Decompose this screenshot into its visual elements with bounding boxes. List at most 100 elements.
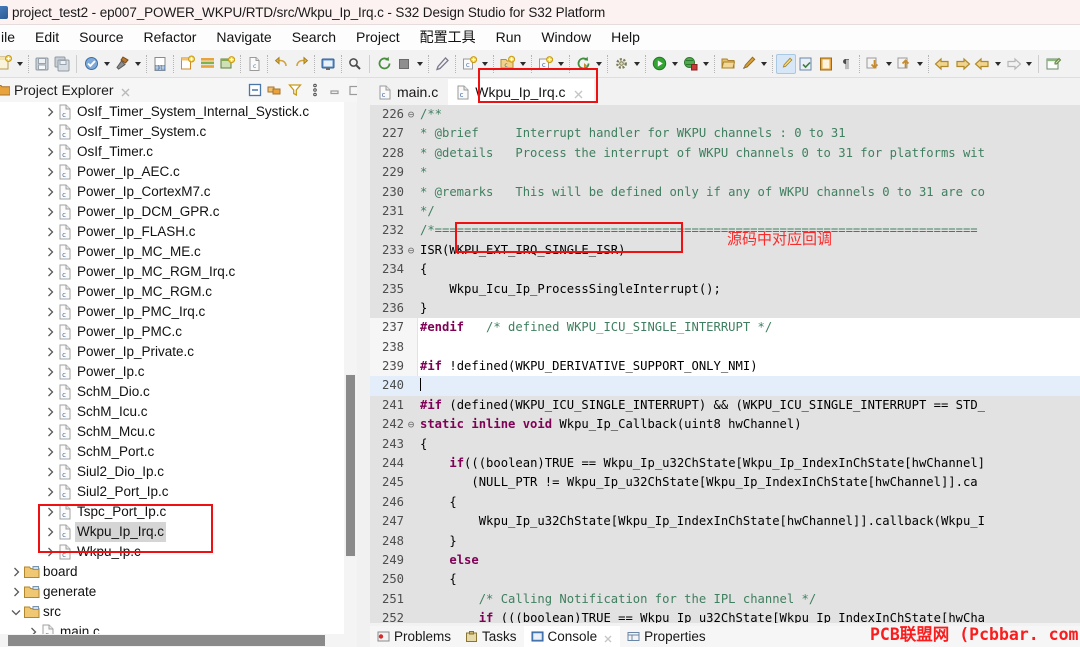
chevron-down-icon[interactable] (914, 54, 925, 74)
tree-item[interactable]: c OsIf_Timer_System_Internal_Systick.c (0, 102, 357, 122)
fold-toggle-icon[interactable]: ⊖ (406, 105, 416, 124)
tree-item[interactable]: c Power_Ip_PMC.c (0, 322, 357, 342)
chevron-right-icon[interactable] (42, 342, 58, 362)
chevron-right-icon[interactable] (8, 562, 24, 582)
code-line[interactable]: 244 if(((boolean)TRUE == Wkpu_Ip_u32ChSt… (370, 454, 1080, 474)
tree-item[interactable]: c SchM_Icu.c (0, 402, 357, 422)
right-arrow-icon[interactable] (1003, 54, 1023, 74)
prev-annotation-icon[interactable] (863, 54, 883, 74)
menu-item-search[interactable]: Search (282, 25, 346, 50)
chevron-down-icon[interactable] (758, 54, 769, 74)
tree-item[interactable]: c SchM_Mcu.c (0, 422, 357, 442)
chevron-down-icon[interactable] (700, 54, 711, 74)
chevron-down-icon[interactable] (669, 54, 680, 74)
new-editor-icon[interactable] (1043, 54, 1063, 74)
scrollbar-thumb[interactable] (345, 374, 356, 557)
code-line[interactable]: 228 * @details Process the interrupt of W… (370, 143, 1080, 164)
bottom-tab-tasks[interactable]: Tasks (458, 626, 524, 647)
chevron-right-icon[interactable] (42, 422, 58, 442)
chevron-right-icon[interactable] (42, 462, 58, 482)
stop-icon[interactable] (394, 54, 414, 74)
chevron-down-icon[interactable] (101, 54, 112, 74)
tree-item[interactable]: c Power_Ip.c (0, 362, 357, 382)
chevron-right-icon[interactable] (42, 222, 58, 242)
code-line[interactable]: 234 { (370, 260, 1080, 280)
chevron-down-icon[interactable] (517, 54, 528, 74)
tree-item[interactable]: generate (0, 582, 357, 602)
chevron-down-icon[interactable] (414, 54, 425, 74)
code-line[interactable]: 248 } (370, 531, 1080, 551)
tree-item[interactable]: c Wkpu_Ip_Irq.c (0, 522, 357, 542)
chevron-right-icon[interactable] (42, 522, 58, 542)
minimize-icon[interactable] (327, 83, 342, 98)
tree-item[interactable]: c SchM_Port.c (0, 442, 357, 462)
code-line[interactable]: 246 { (370, 492, 1080, 513)
tree-item[interactable]: c Power_Ip_PMC_Irq.c (0, 302, 357, 322)
paragraph-icon[interactable]: ¶ (836, 54, 856, 74)
code-line[interactable]: 238 (370, 338, 1080, 357)
save-all-icon[interactable] (52, 54, 72, 74)
build-hammer-icon[interactable] (112, 54, 132, 74)
code-line[interactable]: 232 /*===================================… (370, 221, 1080, 241)
chevron-right-icon[interactable] (42, 282, 58, 302)
search-pin-icon[interactable] (345, 54, 365, 74)
chevron-down-icon[interactable] (479, 54, 490, 74)
code-line[interactable]: 245 (NULL_PTR != Wkpu_Ip_u32ChState[Wkpu… (370, 473, 1080, 493)
chevron-down-icon[interactable] (1023, 54, 1034, 74)
bottom-tab-problems[interactable]: Problems (370, 626, 458, 647)
close-icon[interactable] (573, 87, 584, 98)
menu-item-source[interactable]: Source (69, 25, 133, 50)
tree-item[interactable]: c main.c (0, 622, 357, 634)
menu-item-refactor[interactable]: Refactor (134, 25, 207, 50)
panel-divider[interactable] (357, 78, 370, 647)
tree-item[interactable]: board (0, 562, 357, 582)
open-folder-icon[interactable] (718, 54, 738, 74)
layers-icon[interactable] (197, 54, 217, 74)
tree-item[interactable]: c Power_Ip_MC_ME.c (0, 242, 357, 262)
refresh-icon[interactable] (374, 54, 394, 74)
tree-item[interactable]: c Power_Ip_FLASH.c (0, 222, 357, 242)
tree-item[interactable]: src (0, 602, 357, 622)
gear-run-icon[interactable] (611, 54, 631, 74)
chevron-down-icon[interactable] (555, 54, 566, 74)
chevron-right-icon[interactable] (42, 442, 58, 462)
book-icon[interactable] (816, 54, 836, 74)
new-project-icon[interactable] (177, 54, 197, 74)
tree-item[interactable]: c Tspc_Port_Ip.c (0, 502, 357, 522)
bottom-tab-console[interactable]: Console (523, 626, 621, 647)
menu-item-edit[interactable]: Edit (25, 25, 69, 50)
undo-arrow-icon[interactable] (271, 54, 291, 74)
code-line[interactable]: 247 Wkpu_Ip_u32ChState[Wkpu_Ip_IndexInCh… (370, 512, 1080, 532)
c-folder-new-icon[interactable]: c (497, 54, 517, 74)
code-line[interactable]: 243 { (370, 434, 1080, 455)
tree-item[interactable]: c Power_Ip_AEC.c (0, 162, 357, 182)
code-line[interactable]: 240 (370, 376, 1080, 396)
tree-item[interactable]: c Power_Ip_MC_RGM.c (0, 282, 357, 302)
code-line[interactable]: 241 #if (defined(WKPU_ICU_SINGLE_INTERRUP… (370, 395, 1080, 416)
tree-item[interactable]: c OsIf_Timer.c (0, 142, 357, 162)
binary-010-icon[interactable]: 010 (150, 54, 170, 74)
chevron-right-icon[interactable] (42, 542, 58, 562)
tree-item[interactable]: c SchM_Dio.c (0, 382, 357, 402)
forward-arrow-icon[interactable] (952, 54, 972, 74)
code-content[interactable]: 226 ⊖/** 227 * @brief Interrupt handler for… (370, 105, 1080, 623)
menu-item-window[interactable]: Window (531, 25, 601, 50)
code-line[interactable]: 251 /* Calling Notification for the IPL … (370, 589, 1080, 610)
menu-item-navigate[interactable]: Navigate (206, 25, 281, 50)
chevron-right-icon[interactable] (42, 362, 58, 382)
next-annotation-icon[interactable] (894, 54, 914, 74)
back-arrow-icon[interactable] (932, 54, 952, 74)
chevron-right-icon[interactable] (42, 382, 58, 402)
tree-item[interactable]: c Siul2_Port_Ip.c (0, 482, 357, 502)
chevron-right-icon[interactable] (8, 582, 24, 602)
chevron-right-icon[interactable] (42, 162, 58, 182)
editor-tab-main-c[interactable]: c main.c (370, 79, 448, 105)
fold-toggle-icon[interactable]: ⊖ (406, 415, 416, 434)
build-all-icon[interactable] (81, 54, 101, 74)
chevron-down-icon[interactable] (593, 54, 604, 74)
close-icon[interactable] (603, 632, 613, 642)
filter-icon[interactable] (287, 83, 302, 98)
bottom-tab-properties[interactable]: Properties (620, 626, 713, 647)
chevron-down-icon[interactable] (992, 54, 1003, 74)
code-line[interactable]: 250 { (370, 570, 1080, 590)
